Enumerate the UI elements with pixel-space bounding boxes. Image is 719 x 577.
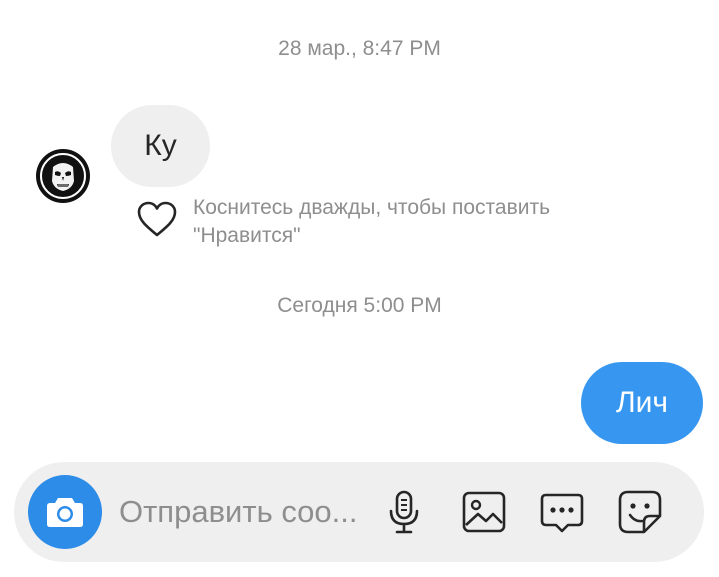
sticker-icon[interactable] <box>616 488 664 536</box>
message-input[interactable]: Отправить соо... <box>119 492 369 532</box>
like-hint-line: Коснитесь дважды, чтобы поставить <box>193 196 551 219</box>
ghost-mask-icon <box>38 151 88 201</box>
gallery-icon[interactable] <box>460 488 508 536</box>
incoming-message-bubble[interactable]: Ку <box>111 105 210 187</box>
timestamp-separator: Сегодня 5:00 PM <box>277 294 442 317</box>
avatar[interactable] <box>36 149 90 203</box>
camera-button[interactable] <box>28 475 102 549</box>
like-hint-line: "Нравится" <box>193 224 301 247</box>
like-hint-text: Коснитесь дважды, чтобы поставить "Нрави… <box>193 194 653 250</box>
heart-icon[interactable] <box>136 200 178 238</box>
camera-icon <box>47 498 83 527</box>
microphone-icon[interactable] <box>380 488 428 536</box>
more-icon[interactable] <box>538 488 586 536</box>
message-composer: Отправить соо... <box>14 462 704 562</box>
outgoing-message-bubble[interactable]: Лич <box>581 362 703 444</box>
timestamp-separator: 28 мар., 8:47 PM <box>278 37 441 60</box>
